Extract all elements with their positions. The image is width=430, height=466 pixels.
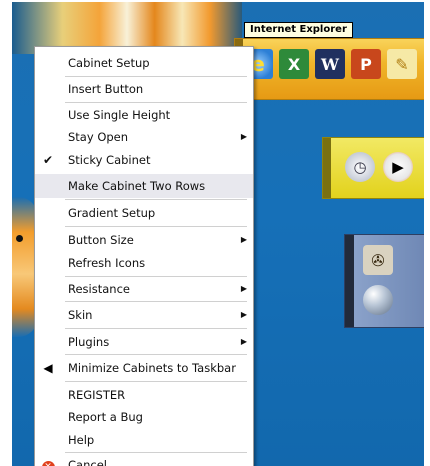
menu-item-cabinet-setup[interactable]: Cabinet Setup (35, 51, 253, 75)
menu-item-label: Make Cabinet Two Rows (68, 179, 206, 193)
submenu-arrow-icon: ▶ (240, 132, 247, 141)
tooltip-internet-explorer: Internet Explorer (244, 22, 353, 38)
menu-item-skin[interactable]: Skin ▶ (35, 303, 253, 327)
menu-separator (65, 301, 247, 302)
menu-item-label: Cabinet Setup (68, 56, 150, 70)
menu-separator (65, 226, 247, 227)
cabinet-toolbar-video[interactable]: ✇ (344, 234, 424, 328)
menu-item-use-single-height[interactable]: Use Single Height (35, 103, 253, 127)
menu-item-label: Minimize Cabinets to Taskbar (68, 361, 236, 375)
menu-item-label: Insert Button (68, 82, 144, 96)
submenu-arrow-icon: ▶ (240, 310, 247, 319)
submenu-arrow-icon: ▶ (240, 284, 247, 293)
menu-item-label: Resistance (68, 282, 130, 296)
menu-separator (65, 354, 247, 355)
menu-item-label: REGISTER (68, 388, 126, 402)
cancel-icon: ✕ (41, 461, 55, 466)
menu-item-help[interactable]: Help (35, 428, 253, 452)
excel-icon[interactable]: X (279, 49, 309, 79)
menu-item-register[interactable]: REGISTER (35, 383, 253, 407)
menu-separator (65, 381, 247, 382)
menu-item-label: Plugins (68, 335, 110, 349)
play-icon[interactable]: ▶ (383, 152, 413, 182)
cabinet-toolbar-office[interactable]: e X W P ✎ (234, 38, 424, 100)
menu-item-label: Cancel (68, 458, 107, 466)
menu-item-label: Stay Open (68, 130, 129, 144)
menu-item-label: Report a Bug (68, 410, 143, 424)
menu-item-cancel[interactable]: ✕ Cancel (35, 453, 253, 466)
menu-item-stay-open[interactable]: Stay Open ▶ (35, 125, 253, 149)
menu-item-label: Refresh Icons (68, 256, 146, 270)
menu-item-plugins[interactable]: Plugins ▶ (35, 330, 253, 354)
word-icon[interactable]: W (315, 49, 345, 79)
menu-item-make-cabinet-two-rows[interactable]: Make Cabinet Two Rows (35, 174, 253, 198)
left-arrow-icon: ◀ (43, 361, 53, 375)
powerpoint-icon[interactable]: P (351, 49, 381, 79)
cabinet-toolbar-media[interactable]: ◷ ▶ (322, 137, 424, 199)
menu-separator (65, 199, 247, 200)
clock-icon[interactable]: ◷ (345, 152, 375, 182)
notepad-icon[interactable]: ✎ (387, 49, 417, 79)
menu-item-label: Use Single Height (68, 108, 171, 122)
context-menu: Cabinet Setup Insert Button Use Single H… (34, 46, 254, 466)
menu-item-report-a-bug[interactable]: Report a Bug (35, 405, 253, 429)
menu-separator (65, 328, 247, 329)
menu-item-sticky-cabinet[interactable]: ✔ Sticky Cabinet (35, 148, 253, 172)
menu-item-label: Button Size (68, 233, 134, 247)
menu-item-label: Sticky Cabinet (68, 153, 151, 167)
menu-item-refresh-icons[interactable]: Refresh Icons (35, 251, 253, 275)
cabinet-grip-handle[interactable] (345, 235, 354, 327)
menu-item-label: Gradient Setup (68, 206, 156, 220)
menu-item-gradient-setup[interactable]: Gradient Setup (35, 201, 253, 225)
menu-item-insert-button[interactable]: Insert Button (35, 77, 253, 101)
menu-item-resistance[interactable]: Resistance ▶ (35, 277, 253, 301)
checkmark-icon: ✔ (42, 153, 54, 167)
submenu-arrow-icon: ▶ (240, 337, 247, 346)
cabinet-grip-handle[interactable] (323, 138, 331, 198)
menu-item-label: Help (68, 433, 95, 447)
desktop-background: e X W P ✎ Internet Explorer ◷ ▶ ✇ Cabine… (12, 2, 424, 466)
menu-item-button-size[interactable]: Button Size ▶ (35, 228, 253, 252)
menu-item-minimize-cabinets-to-taskbar[interactable]: ◀ Minimize Cabinets to Taskbar (35, 356, 253, 380)
sphere-icon[interactable] (363, 285, 393, 315)
menu-item-label: Skin (68, 308, 93, 322)
film-reel-icon[interactable]: ✇ (363, 245, 393, 275)
submenu-arrow-icon: ▶ (240, 235, 247, 244)
fish-eye (16, 235, 23, 242)
